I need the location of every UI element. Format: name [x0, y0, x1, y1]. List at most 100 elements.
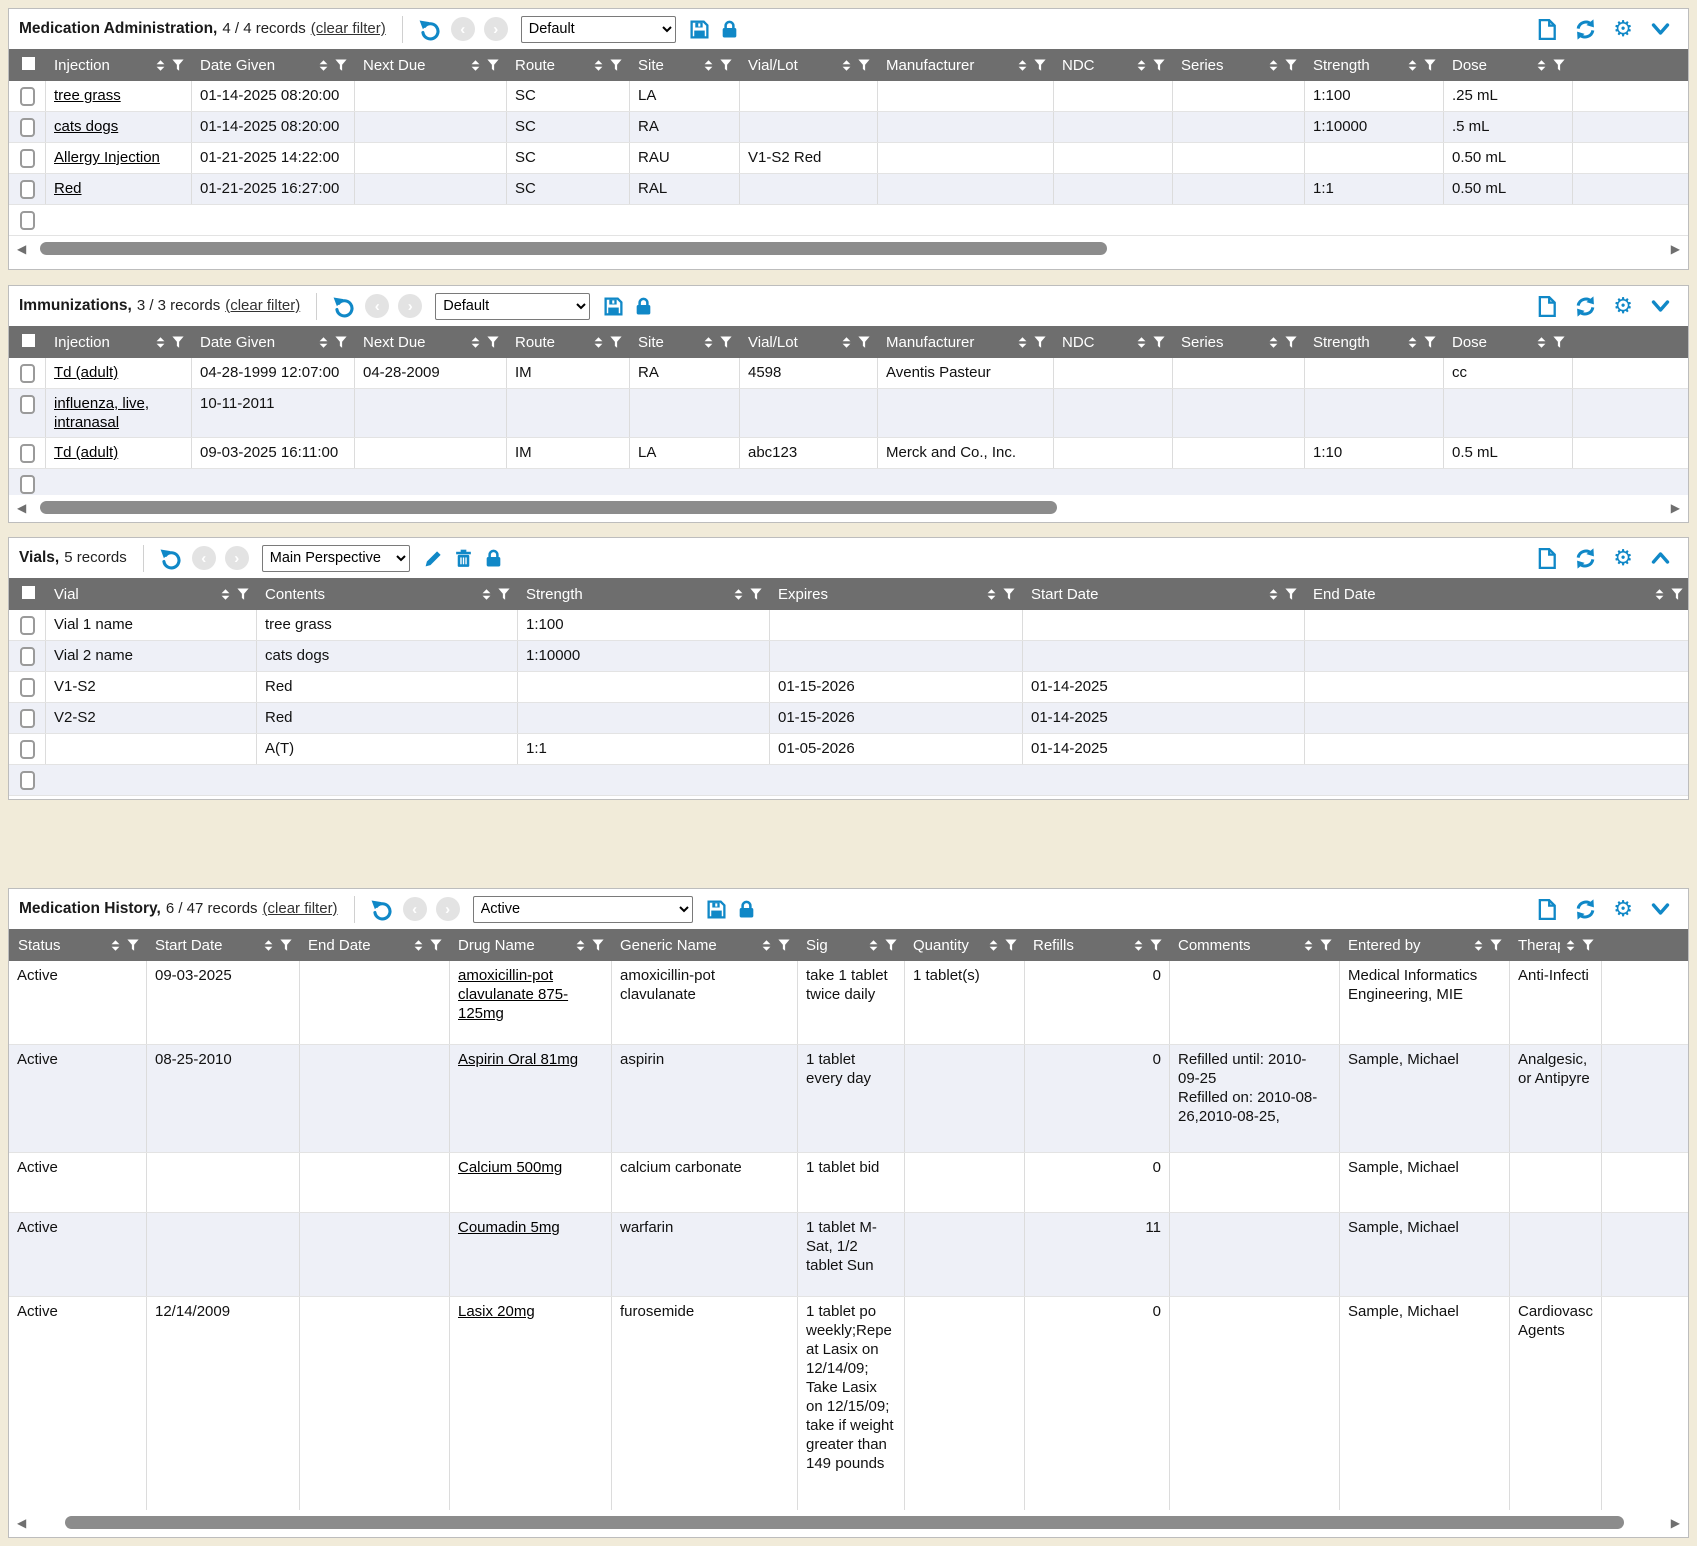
sort-icon[interactable]: [592, 58, 605, 73]
filter-icon[interactable]: [1033, 335, 1047, 350]
col-header-date-given[interactable]: Date Given: [191, 49, 354, 81]
filter-icon[interactable]: [719, 58, 733, 73]
filter-icon[interactable]: [1284, 58, 1298, 73]
new-document-icon[interactable]: [1536, 547, 1558, 570]
save-icon[interactable]: [603, 296, 624, 317]
scrollbar-thumb[interactable]: [40, 242, 1107, 255]
col-header-vial[interactable]: Vial: [45, 578, 256, 610]
sort-icon[interactable]: [154, 335, 167, 350]
filter-icon[interactable]: [1319, 938, 1333, 953]
col-header-comments[interactable]: Comments: [1169, 929, 1339, 961]
col-header-contents[interactable]: Contents: [256, 578, 517, 610]
filter-icon[interactable]: [857, 58, 871, 73]
col-header-start-date[interactable]: Start Date: [1022, 578, 1304, 610]
sort-icon[interactable]: [702, 58, 715, 73]
filter-icon[interactable]: [609, 58, 623, 73]
record-link[interactable]: Allergy Injection: [54, 149, 160, 166]
filter-icon[interactable]: [1489, 938, 1503, 953]
col-header-vial-lot[interactable]: Vial/Lot: [739, 326, 877, 358]
chevron-up-icon[interactable]: [1649, 548, 1672, 568]
filter-icon[interactable]: [1149, 938, 1163, 953]
filter-icon[interactable]: [1004, 938, 1018, 953]
col-header-dose[interactable]: Dose: [1443, 326, 1572, 358]
new-document-icon[interactable]: [1536, 18, 1558, 41]
sort-icon[interactable]: [469, 58, 482, 73]
sort-icon[interactable]: [1135, 335, 1148, 350]
row-checkbox[interactable]: [20, 87, 35, 106]
horizontal-scrollbar[interactable]: ◀▶: [15, 498, 1682, 518]
lock-icon[interactable]: [736, 899, 757, 920]
refresh-icon[interactable]: [1574, 898, 1597, 921]
sort-icon[interactable]: [840, 335, 853, 350]
filter-icon[interactable]: [486, 335, 500, 350]
col-header-ndc[interactable]: NDC: [1053, 49, 1172, 81]
filter-icon[interactable]: [171, 335, 185, 350]
sort-icon[interactable]: [154, 58, 167, 73]
col-header-route[interactable]: Route: [506, 49, 629, 81]
col-header-series[interactable]: Series: [1172, 326, 1304, 358]
clear-filter-link[interactable]: (clear filter): [311, 20, 386, 37]
sort-icon[interactable]: [1016, 335, 1029, 350]
col-header-site[interactable]: Site: [629, 49, 739, 81]
select-all-checkbox[interactable]: [22, 57, 35, 70]
col-header-strength[interactable]: Strength: [1304, 49, 1443, 81]
clear-filter-link[interactable]: (clear filter): [263, 900, 338, 917]
sort-icon[interactable]: [1406, 335, 1419, 350]
col-header-vial-lot[interactable]: Vial/Lot: [739, 49, 877, 81]
sort-icon[interactable]: [1535, 58, 1548, 73]
col-header-series[interactable]: Series: [1172, 49, 1304, 81]
sort-icon[interactable]: [412, 938, 425, 953]
filter-icon[interactable]: [1002, 587, 1016, 602]
col-header-strength[interactable]: Strength: [1304, 326, 1443, 358]
filter-icon[interactable]: [334, 58, 348, 73]
filter-icon[interactable]: [1552, 58, 1566, 73]
record-link[interactable]: cats dogs: [54, 118, 118, 135]
save-icon[interactable]: [706, 899, 727, 920]
row-checkbox[interactable]: [20, 180, 35, 199]
chevron-down-icon[interactable]: [1649, 296, 1672, 316]
row-checkbox[interactable]: [20, 678, 35, 697]
filter-icon[interactable]: [1423, 335, 1437, 350]
filter-icon[interactable]: [1423, 58, 1437, 73]
sort-icon[interactable]: [469, 335, 482, 350]
save-icon[interactable]: [689, 19, 710, 40]
next-button[interactable]: ›: [398, 294, 422, 318]
undo-icon[interactable]: [371, 898, 394, 921]
scroll-left-arrow[interactable]: ◀: [17, 501, 26, 515]
sort-icon[interactable]: [1406, 58, 1419, 73]
refresh-icon[interactable]: [1574, 18, 1597, 41]
sort-icon[interactable]: [840, 58, 853, 73]
trash-icon[interactable]: [453, 548, 474, 569]
prev-button[interactable]: ‹: [403, 897, 427, 921]
sort-icon[interactable]: [317, 58, 330, 73]
gear-icon[interactable]: ⚙: [1613, 295, 1633, 317]
record-link[interactable]: Lasix 20mg: [458, 1303, 535, 1320]
scroll-right-arrow[interactable]: ▶: [1671, 501, 1680, 515]
col-header-quantity[interactable]: Quantity: [904, 929, 1024, 961]
col-header-end-date[interactable]: End Date: [299, 929, 449, 961]
filter-icon[interactable]: [1581, 938, 1595, 953]
undo-icon[interactable]: [419, 18, 442, 41]
row-checkbox[interactable]: [20, 395, 35, 414]
refresh-icon[interactable]: [1574, 547, 1597, 570]
clear-filter-link[interactable]: (clear filter): [225, 297, 300, 314]
horizontal-scrollbar[interactable]: ◀▶: [15, 239, 1682, 259]
col-header-route[interactable]: Route: [506, 326, 629, 358]
row-checkbox[interactable]: [20, 364, 35, 383]
prev-button[interactable]: ‹: [365, 294, 389, 318]
col-header-manufacturer[interactable]: Manufacturer: [877, 326, 1053, 358]
sort-icon[interactable]: [985, 587, 998, 602]
filter-icon[interactable]: [497, 587, 511, 602]
chevron-down-icon[interactable]: [1649, 899, 1672, 919]
filter-icon[interactable]: [1284, 587, 1298, 602]
col-header-status[interactable]: Status: [9, 929, 146, 961]
filter-icon[interactable]: [429, 938, 443, 953]
filter-icon[interactable]: [1152, 335, 1166, 350]
lock-icon[interactable]: [719, 19, 740, 40]
sort-icon[interactable]: [574, 938, 587, 953]
col-header-entered-by[interactable]: Entered by: [1339, 929, 1509, 961]
row-checkbox[interactable]: [20, 444, 35, 463]
next-button[interactable]: ›: [484, 17, 508, 41]
row-checkbox[interactable]: [20, 709, 35, 728]
sort-icon[interactable]: [1302, 938, 1315, 953]
